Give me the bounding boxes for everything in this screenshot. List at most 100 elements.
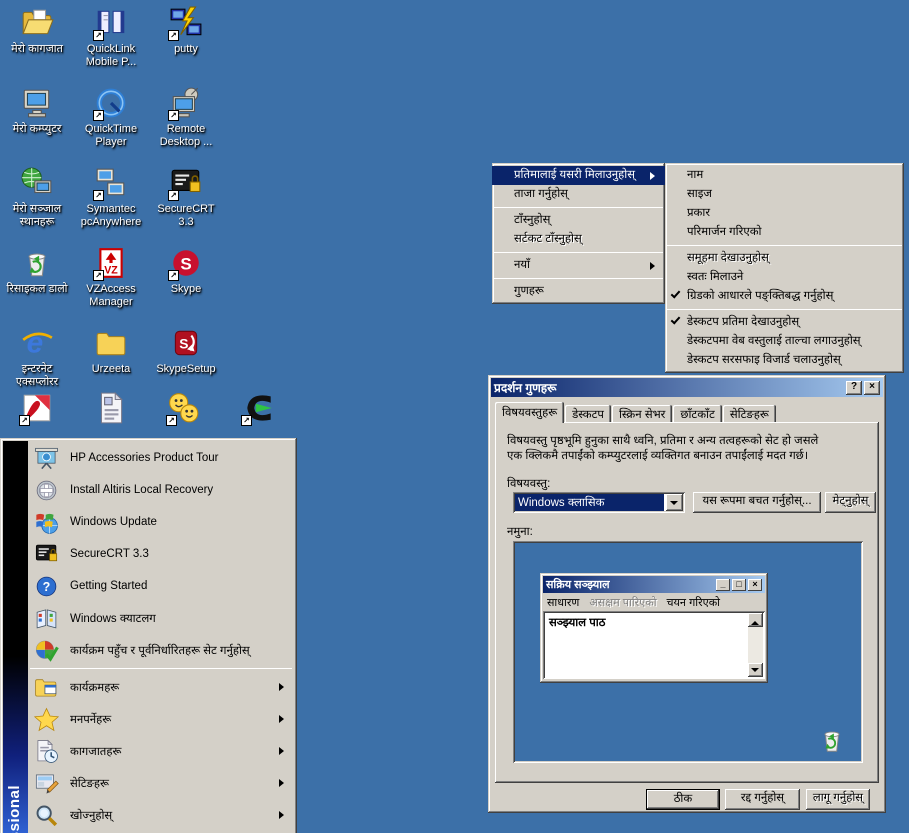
start-menu-banner: essional bbox=[3, 441, 28, 833]
start-menu-top-item-2[interactable]: Windows Update bbox=[28, 506, 294, 538]
start-menu-top-item-6[interactable]: कार्यक्रम पहुँच र पूर्वनिर्धारितहरू सेट … bbox=[28, 634, 294, 666]
desktop-icon-skype[interactable]: S↗Skype bbox=[144, 246, 228, 296]
submenu-item-6[interactable]: स्वतः मिलाउने bbox=[665, 268, 904, 287]
start-menu-top-item-3[interactable]: SecureCRT 3.3 bbox=[28, 538, 294, 570]
desktop-icon-label: Remote Desktop ... bbox=[160, 123, 213, 149]
start-menu-bottom-item-0[interactable]: कार्यक्रमहरू bbox=[28, 671, 294, 703]
desktop-icon-label: मेरो कम्प्युटर bbox=[13, 123, 62, 136]
preview-window-title: सक्रिय सञ्झ्याल bbox=[546, 577, 714, 592]
context-menu-item-0[interactable]: प्रतिमालाई यसरी मिलाउनुहोस् bbox=[492, 166, 665, 185]
close-icon[interactable]: × bbox=[864, 381, 880, 395]
desktop-icon-recycle-bin[interactable]: रिसाइकल डालो bbox=[0, 246, 79, 296]
tab-1[interactable]: डेस्कटप bbox=[565, 405, 611, 423]
desktop-icon-my-network-places[interactable]: मेरो सञ्जाल स्थानहरू bbox=[0, 166, 79, 229]
start-menu-bottom-item-2[interactable]: कागजातहरू bbox=[28, 735, 294, 767]
submenu-arrow-icon bbox=[279, 811, 288, 819]
desktop-icon-acrobat[interactable]: ↗ bbox=[0, 391, 79, 425]
desktop-icon-vzaccess-manager[interactable]: VZ↗ VZAccess Manager bbox=[69, 246, 153, 309]
shortcut-arrow-icon: ↗ bbox=[168, 190, 179, 201]
svg-text:VZ: VZ bbox=[104, 265, 118, 277]
desktop-icon-symantec-pcanywhere[interactable]: ↗Symantec pcAnywhere bbox=[69, 166, 153, 229]
getting-started-icon: ? bbox=[34, 574, 59, 599]
desktop-icon-my-computer[interactable]: मेरो कम्प्युटर bbox=[0, 86, 79, 136]
start-menu-item-label: सेटिङहरू bbox=[70, 776, 109, 791]
context-menu-item-6[interactable]: नयाँ bbox=[492, 256, 665, 275]
vzaccess-manager-icon: VZ↗ bbox=[94, 246, 128, 280]
submenu-arrow-icon bbox=[279, 715, 288, 723]
start-menu-item-label: Windows Update bbox=[70, 516, 157, 528]
themes-description-line1: विषयवस्तु पृष्ठभूमि हुनुका साथै ध्वनि, प… bbox=[507, 435, 818, 447]
context-menu-item-3[interactable]: टाँस्नुहोस् bbox=[492, 211, 665, 230]
submenu-arrow-icon bbox=[279, 779, 288, 787]
themes-description-line2: एक क्लिकमै तपाईंको कम्प्युटरलाई व्यक्तिग… bbox=[507, 450, 808, 462]
start-menu-bottom-item-4[interactable]: खोज्नुहोस् bbox=[28, 799, 294, 831]
desktop-icon-my-documents[interactable]: मेरो कागजात bbox=[0, 6, 79, 56]
tab-2[interactable]: स्क्रिन सेभर bbox=[612, 405, 672, 423]
securecrt-icon bbox=[34, 542, 59, 567]
start-menu-top-item-0[interactable]: HP Accessories Product Tour bbox=[28, 442, 294, 474]
chevron-down-icon[interactable] bbox=[666, 494, 683, 511]
desktop-icon-messenger[interactable]: ↗ bbox=[142, 391, 226, 425]
desktop-icon-quicklink-mobile[interactable]: ↗QuickLink Mobile P... bbox=[69, 6, 153, 69]
desktop-icon-label: SecureCRT 3.3 bbox=[157, 203, 214, 229]
desktop-icon-putty[interactable]: ↗ putty bbox=[144, 6, 228, 56]
windows-catalog-icon bbox=[34, 606, 59, 631]
search-icon bbox=[34, 803, 59, 828]
submenu-arrow-icon bbox=[279, 683, 288, 691]
save-as-button[interactable]: यस रूपमा बचत गर्नुहोस्... bbox=[693, 492, 821, 513]
start-menu-top-item-4[interactable]: ? Getting Started bbox=[28, 570, 294, 602]
svg-text:e: e bbox=[27, 327, 44, 360]
desktop-icon-label: putty bbox=[174, 43, 198, 56]
submenu-arrow-icon bbox=[650, 172, 659, 180]
submenu-item-1[interactable]: साइज bbox=[665, 185, 904, 204]
submenu-item-3[interactable]: परिमार्जन गरिएको bbox=[665, 223, 904, 242]
putty-icon: ↗ bbox=[169, 6, 203, 40]
start-menu-item-label: Windows क्याटलग bbox=[70, 611, 156, 626]
start-menu-banner-text: essional bbox=[6, 785, 23, 833]
submenu-item-11[interactable]: डेस्कटप सरसफाइ विजार्ड चलाउनुहोस् bbox=[665, 351, 904, 370]
my-network-places-icon bbox=[20, 166, 54, 200]
start-menu-item-label: Install Altiris Local Recovery bbox=[70, 484, 213, 496]
context-menu-item-1[interactable]: ताजा गर्नुहोस् bbox=[492, 185, 665, 204]
desktop-icon-usb-device[interactable]: ↗ bbox=[217, 391, 301, 425]
start-menu-item-label: Getting Started bbox=[70, 580, 147, 592]
dialog-titlebar[interactable]: प्रदर्शन गुणहरू ? × bbox=[491, 378, 883, 397]
cancel-button[interactable]: रद्द गर्नुहोस् bbox=[725, 789, 800, 810]
desktop-icon-securecrt-33[interactable]: ↗ SecureCRT 3.3 bbox=[144, 166, 228, 229]
submenu-item-0[interactable]: नाम bbox=[665, 166, 904, 185]
desktop-icon-label: VZAccess Manager bbox=[86, 283, 136, 309]
submenu-item-7[interactable]: ग्रिडको आधारले पङ्क्तिबद्ध गर्नुहोस् bbox=[665, 287, 904, 306]
submenu-item-2[interactable]: प्रकार bbox=[665, 204, 904, 223]
usb-device-icon: ↗ bbox=[242, 391, 276, 425]
quicktime-player-icon: ↗ bbox=[94, 86, 128, 120]
help-icon[interactable]: ? bbox=[846, 381, 862, 395]
desktop-icon-urzeeta[interactable]: Urzeeta bbox=[69, 326, 153, 376]
start-menu-top-item-1[interactable]: Install Altiris Local Recovery bbox=[28, 474, 294, 506]
desktop-icon-remote-desktop[interactable]: ↗Remote Desktop ... bbox=[144, 86, 228, 149]
quicklink-mobile-icon: ↗ bbox=[94, 6, 128, 40]
ok-button[interactable]: ठीक bbox=[646, 789, 720, 810]
shortcut-arrow-icon: ↗ bbox=[241, 415, 252, 426]
submenu-item-9[interactable]: डेस्कटप प्रतिमा देखाउनुहोस् bbox=[665, 313, 904, 332]
start-menu: essional HP Accessories Product Tour Inst… bbox=[0, 438, 297, 833]
tab-3[interactable]: छाँटकाँट bbox=[673, 405, 721, 423]
desktop-icon-internet-explorer[interactable]: eइन्टरनेट एक्सप्लोरर bbox=[0, 326, 79, 389]
desktop-icon-skypesetup[interactable]: SSkypeSetup bbox=[144, 326, 228, 376]
tab-0[interactable]: विषयवस्तुहरू bbox=[495, 402, 564, 423]
context-menu-item-8[interactable]: गुणहरू bbox=[492, 282, 665, 301]
scroll-up-icon bbox=[748, 613, 763, 627]
submenu-arrow-icon bbox=[650, 262, 659, 270]
start-menu-bottom-item-1[interactable]: मनपर्नेहरू bbox=[28, 703, 294, 735]
tab-4[interactable]: सेटिङहरू bbox=[723, 405, 776, 423]
start-menu-item-label: कार्यक्रमहरू bbox=[70, 680, 119, 695]
theme-dropdown[interactable]: Windows क्लासिक bbox=[513, 492, 685, 513]
desktop-icon-document[interactable] bbox=[69, 391, 153, 425]
start-menu-bottom-item-3[interactable]: सेटिङहरू bbox=[28, 767, 294, 799]
desktop: मेरो कागजात↗QuickLink Mobile P...↗puttyम… bbox=[0, 0, 909, 833]
checkmark-icon bbox=[671, 288, 681, 298]
submenu-item-10[interactable]: डेस्कटपमा वेब वस्तुलाई ताल्चा लगाउनुहोस् bbox=[665, 332, 904, 351]
checkmark-icon bbox=[671, 314, 681, 324]
desktop-icon-quicktime-player[interactable]: ↗QuickTime Player bbox=[69, 86, 153, 149]
context-menu-separator bbox=[494, 252, 663, 253]
start-menu-top-item-5[interactable]: Windows क्याटलग bbox=[28, 602, 294, 634]
